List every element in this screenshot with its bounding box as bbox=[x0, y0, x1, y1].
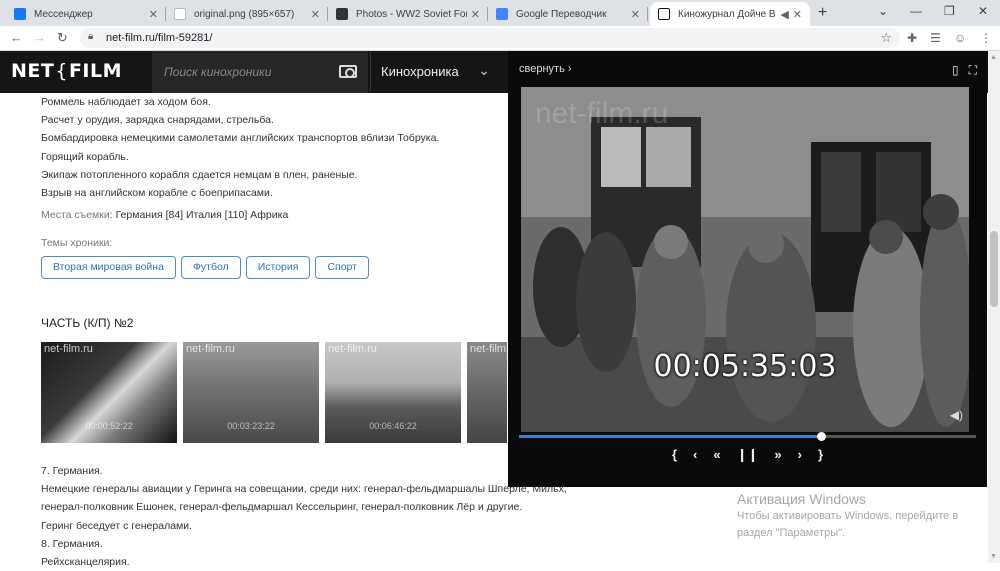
minimize-button[interactable]: — bbox=[910, 4, 922, 18]
collapse-button[interactable]: свернуть › bbox=[519, 63, 572, 75]
address-bar[interactable]: 🔒︎ net-film.ru/film-59281/ ☆ bbox=[80, 28, 900, 48]
page-scrollbar[interactable]: ▲ ▼ bbox=[988, 51, 1000, 563]
close-icon[interactable]: ✕ bbox=[631, 8, 640, 21]
places-value[interactable]: Германия [84] Италия [110] Африка bbox=[116, 209, 289, 221]
site-icon bbox=[658, 8, 670, 20]
thumbnail[interactable]: net-film bbox=[467, 342, 507, 443]
tag-button[interactable]: Спорт bbox=[315, 256, 369, 279]
video-watermark: net-film.ru bbox=[535, 97, 669, 130]
browser-tab-messenger[interactable]: Мессенджер ✕ bbox=[6, 2, 166, 26]
topic-tags: Вторая мировая война Футбол История Спор… bbox=[41, 256, 369, 279]
category-select[interactable]: Кинохроника ⌄ bbox=[370, 51, 498, 93]
browser-tab-google-translate[interactable]: Google Переводчик ✕ bbox=[488, 2, 648, 26]
close-icon[interactable]: ✕ bbox=[793, 8, 802, 21]
chevron-right-icon: › bbox=[567, 63, 572, 75]
part-description: 7. Германия. Немецкие генералы авиации у… bbox=[41, 462, 567, 571]
topics-label: Темы хроники: bbox=[41, 237, 113, 249]
video-frame[interactable]: net-film.ru 00:05:35:03 ◀) bbox=[521, 87, 969, 432]
volume-icon[interactable]: ◀) bbox=[950, 408, 963, 422]
profile-icon[interactable]: ☺ bbox=[954, 31, 966, 45]
new-tab-button[interactable]: + bbox=[818, 4, 827, 22]
progress-fill bbox=[519, 435, 821, 438]
shooting-places: Места съемки: Германия [84] Италия [110]… bbox=[41, 209, 288, 221]
fast-forward-icon[interactable]: » bbox=[774, 447, 781, 463]
reload-icon[interactable]: ↻ bbox=[57, 30, 68, 46]
close-icon[interactable]: ✕ bbox=[311, 8, 320, 21]
lock-icon[interactable]: 🔒︎ bbox=[88, 31, 93, 42]
thumbnail[interactable]: net-film.ru 00:00:52:22 bbox=[41, 342, 177, 443]
description-line: генерал-полковник Ешонек, генерал-фельдм… bbox=[41, 501, 523, 514]
prev-frame-icon[interactable]: ‹ bbox=[693, 447, 697, 463]
video-timecode: 00:05:35:03 bbox=[653, 349, 837, 384]
description-line: Немецкие генералы авиации у Геринга на с… bbox=[41, 483, 567, 496]
tag-button[interactable]: Футбол bbox=[180, 256, 241, 279]
bookmark-star-icon[interactable]: ☆ bbox=[880, 30, 892, 46]
search-box: Поиск кинохроники bbox=[152, 51, 368, 93]
back-icon[interactable]: ← bbox=[10, 30, 23, 45]
next-frame-icon[interactable]: › bbox=[798, 447, 802, 463]
rewind-icon[interactable]: « bbox=[713, 447, 720, 463]
progress-bar[interactable] bbox=[519, 432, 976, 441]
scrollbar-thumb[interactable] bbox=[990, 231, 998, 307]
camera-icon[interactable] bbox=[339, 65, 357, 78]
thumbnail[interactable]: net-film.ru 00:03:23:22 bbox=[183, 342, 319, 443]
search-input[interactable]: Поиск кинохроники bbox=[164, 65, 271, 79]
scroll-up-icon[interactable]: ▲ bbox=[990, 54, 997, 61]
messenger-icon bbox=[14, 8, 26, 20]
close-icon[interactable]: ✕ bbox=[149, 8, 158, 21]
extensions-icon[interactable]: ✚ bbox=[907, 31, 917, 45]
video-player: свернуть › ▯ ⛶ net-film.ru 00:05:35:03 ◀… bbox=[508, 51, 987, 487]
playback-controls: { ‹ « ❙❙ » › } bbox=[508, 447, 987, 463]
description-line: 7. Германия. bbox=[41, 465, 103, 477]
windows-activation-notice: Активация Windows Чтобы активировать Win… bbox=[737, 491, 959, 539]
browser-toolbar: ← → ↻ 🔒︎ net-film.ru/film-59281/ ☆ ✚ ☰ ☺… bbox=[0, 26, 1000, 51]
pause-icon[interactable]: ❙❙ bbox=[737, 447, 759, 463]
menu-icon[interactable]: ⋮ bbox=[980, 31, 992, 45]
browser-tab-original-png[interactable]: original.png (895×657) ✕ bbox=[166, 2, 328, 26]
window-mode-icon[interactable]: ▯ bbox=[952, 63, 959, 77]
places-label: Места съемки: bbox=[41, 209, 113, 221]
description-line: 8. Германия. bbox=[41, 537, 103, 550]
description-line: Геринг беседует с генералами. bbox=[41, 519, 193, 532]
url-path: /film-59281/ bbox=[154, 32, 213, 44]
scroll-down-icon[interactable]: ▼ bbox=[990, 553, 997, 560]
part-title: ЧАСТЬ (К/П) №2 bbox=[41, 316, 134, 330]
fullscreen-icon[interactable]: ⛶ bbox=[969, 63, 977, 77]
speaker-icon[interactable]: ◀ bbox=[780, 8, 788, 21]
window-close-button[interactable]: ✕ bbox=[978, 4, 988, 18]
forward-icon[interactable]: → bbox=[33, 30, 46, 45]
browser-tab-active[interactable]: Киножурнал Дойче Во ◀ ✕ bbox=[650, 2, 810, 26]
tag-button[interactable]: Вторая мировая война bbox=[41, 256, 176, 279]
reading-list-icon[interactable]: ☰ bbox=[930, 31, 941, 45]
site-logo[interactable]: NET{FILM bbox=[11, 60, 122, 82]
tag-button[interactable]: История bbox=[245, 256, 311, 279]
jump-start-icon[interactable]: { bbox=[672, 447, 677, 463]
maximize-button[interactable]: ❐ bbox=[944, 4, 955, 18]
close-icon[interactable]: ✕ bbox=[471, 8, 480, 21]
progress-knob[interactable] bbox=[816, 432, 826, 441]
url-host: net-film.ru bbox=[106, 32, 155, 44]
chevron-down-icon: ⌄ bbox=[478, 62, 490, 78]
jump-end-icon[interactable]: } bbox=[818, 447, 823, 463]
description-line: Рейхсканцелярия. bbox=[41, 556, 130, 569]
site-icon bbox=[336, 8, 348, 20]
tab-search-icon[interactable]: ⌄ bbox=[878, 4, 888, 18]
translate-icon bbox=[496, 8, 508, 20]
browser-tab-photos[interactable]: Photos - WW2 Soviet Forces ✕ bbox=[328, 2, 488, 26]
browser-tab-strip: Мессенджер ✕ original.png (895×657) ✕ Ph… bbox=[0, 0, 1000, 26]
category-label: Кинохроника bbox=[381, 64, 459, 79]
thumbnail[interactable]: net-film.ru 00:06:46:22 bbox=[325, 342, 461, 443]
image-icon bbox=[174, 8, 186, 20]
